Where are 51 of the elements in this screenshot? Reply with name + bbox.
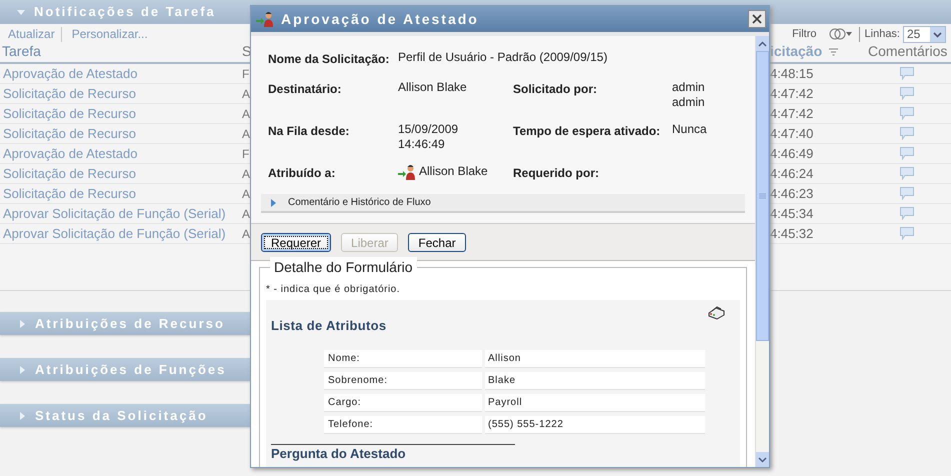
panel-title: Notificações de Tarefa	[34, 3, 216, 22]
section-heading: Pergunta do Atestado	[271, 446, 407, 460]
section-title: Status da Solicitação	[35, 406, 208, 425]
table-cell-text: 4:46:24	[770, 164, 814, 183]
attribute-value: Allison	[485, 350, 705, 368]
attribute-value: Payroll	[485, 394, 705, 412]
table-cell: A	[242, 166, 250, 181]
field-value: 14:46:49	[398, 137, 446, 152]
table-cell: A	[242, 206, 250, 221]
field-label: Requerido por:	[513, 165, 600, 182]
table-cell-text: 4:45:32	[770, 224, 814, 243]
table-cell: F	[242, 66, 250, 81]
field-value: 15/09/2009	[398, 122, 458, 137]
table-cell-text: 4:46:23	[770, 184, 814, 203]
field-value: Allison Blake	[398, 80, 467, 95]
table-cell: A	[242, 126, 250, 141]
field-value: Nunca	[672, 122, 707, 137]
required-note: * - indica que é obrigatório.	[266, 283, 402, 297]
table-cell-text: 4:47:42	[770, 104, 814, 123]
table-cell: A	[242, 186, 250, 201]
field-label: Solicitado por:	[513, 81, 598, 98]
table-cell-text: 4:45:34	[770, 204, 814, 223]
attribute-value: Blake	[485, 372, 705, 390]
attribute-label: Sobrenome:	[324, 372, 482, 390]
field-value: Allison Blake	[419, 164, 488, 179]
section-heading: Lista de Atributos	[271, 317, 386, 335]
section-title: Atribuições de Recurso	[35, 314, 225, 333]
table-cell-text: 4:48:15	[770, 64, 814, 83]
dialog-title: Aprovação de Atestado	[281, 10, 480, 29]
section-title: Atribuições de Funções	[35, 360, 226, 379]
attribute-value: (555) 555-1222	[485, 416, 705, 434]
table-cell: A	[242, 226, 250, 241]
field-value: admin	[672, 95, 705, 110]
field-label: Tempo de espera ativado:	[513, 123, 662, 140]
table-cell-text: 4:47:40	[770, 124, 814, 143]
field-label: Atribuído a:	[268, 165, 336, 182]
field-label: Destinatário:	[268, 81, 342, 98]
table-cell: A	[242, 106, 250, 121]
attribute-label: Cargo:	[324, 394, 482, 412]
attribute-label: Nome:	[324, 350, 482, 368]
attribute-label: Telefone:	[324, 416, 482, 434]
field-value: Perfil de Usuário - Padrão (2009/09/15)	[398, 50, 608, 65]
table-cell-text: 4:47:42	[770, 84, 814, 103]
filter-label: Filtro	[792, 26, 817, 42]
field-label: Nome da Solicitação:	[268, 51, 390, 68]
table-cell-text: 4:46:49	[770, 144, 814, 163]
field-label: Na Fila desde:	[268, 123, 350, 140]
rows-label: Linhas:	[864, 26, 900, 42]
field-value: admin	[672, 80, 705, 95]
table-cell: F	[242, 146, 250, 161]
table-cell: A	[242, 86, 250, 101]
